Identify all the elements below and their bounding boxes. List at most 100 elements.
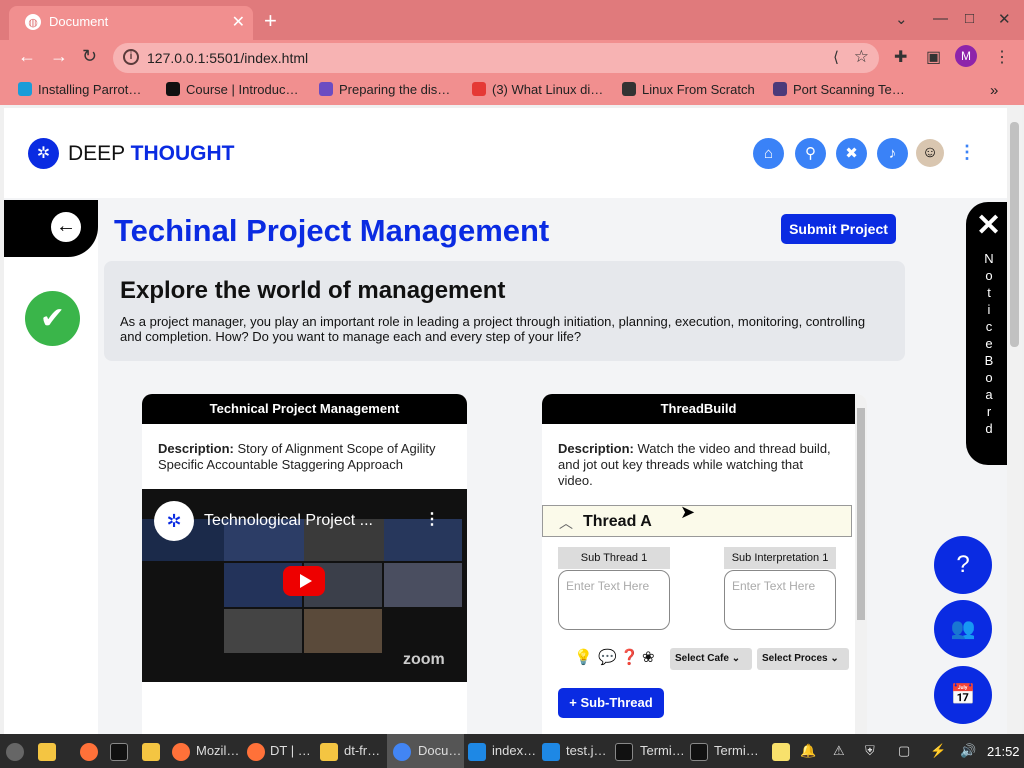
card-scrollbar[interactable] [855, 394, 867, 734]
maximize-icon[interactable]: □ [965, 10, 974, 27]
bookmark-item[interactable]: Linux From Scratch [622, 82, 755, 97]
lightbulb-icon[interactable]: 💡 [574, 648, 593, 666]
browser-tab[interactable]: ◍ Document ✕ [9, 6, 253, 40]
lotus-icon[interactable]: ❀ [642, 648, 655, 666]
vscode-icon[interactable] [542, 743, 560, 761]
window-icon[interactable]: ▢ [898, 743, 910, 759]
binoculars-icon[interactable]: ⚲ [795, 138, 826, 169]
bookmark-item[interactable]: Installing Parrot… [18, 82, 141, 97]
question-icon[interactable]: ❓ [620, 648, 639, 666]
sub-interpretation-tab[interactable]: Sub Interpretation 1 [724, 547, 836, 569]
team-icon[interactable]: 👥 [934, 600, 992, 658]
reload-icon[interactable]: ↻ [82, 46, 97, 67]
taskbar-item[interactable]: Termi… [714, 743, 759, 758]
firefox-icon[interactable] [80, 743, 98, 761]
firefox-window-icon[interactable] [172, 743, 190, 761]
page-scrollbar[interactable] [1007, 108, 1022, 734]
arrow-left-icon[interactable]: ← [51, 212, 81, 242]
forward-icon[interactable]: → [50, 46, 68, 67]
chat-icon[interactable]: 💬 [598, 648, 617, 666]
close-icon[interactable]: ✕ [976, 208, 1001, 243]
bookmark-item[interactable]: Port Scanning Te… [773, 82, 905, 97]
notes-icon[interactable] [772, 743, 790, 761]
terminal-icon[interactable] [690, 743, 708, 761]
calendar-icon[interactable]: 📅 [934, 666, 992, 724]
video-player[interactable]: ✲ Technological Project ... ⋮ zoom [142, 489, 467, 682]
bookmark-item[interactable]: Course | Introduc… [166, 82, 298, 97]
thread-accordion[interactable]: ︿ Thread A [542, 505, 852, 537]
close-window-icon[interactable]: ✕ [998, 10, 1011, 28]
bookmark-item[interactable]: (3) What Linux di… [472, 82, 603, 97]
profile-avatar[interactable]: M [955, 45, 977, 67]
update-icon[interactable]: ⚠ [833, 743, 845, 759]
play-button-icon[interactable] [283, 566, 325, 596]
card-description: Description: Watch the video and thread … [558, 441, 831, 488]
channel-logo-icon[interactable]: ✲ [154, 501, 194, 541]
check-icon[interactable]: ✔ [25, 291, 80, 346]
sub-thread-tab[interactable]: Sub Thread 1 [558, 547, 670, 569]
bell-icon[interactable]: ♪ [877, 138, 908, 169]
taskbar-item[interactable]: index… [492, 743, 536, 758]
share-icon[interactable]: ⟨ [833, 48, 839, 66]
new-tab-button[interactable]: + [264, 8, 277, 34]
extensions-icon[interactable]: ✚ [894, 47, 907, 67]
menu-icon[interactable] [6, 743, 24, 761]
video-card: Technical Project Management Description… [142, 394, 467, 734]
shield-icon[interactable]: ⛨ [865, 743, 875, 759]
video-title[interactable]: Technological Project ... [204, 512, 373, 530]
more-bookmarks-icon[interactable]: » [990, 82, 998, 99]
close-tab-icon[interactable]: ✕ [232, 12, 245, 32]
files-icon[interactable] [38, 743, 56, 761]
notice-board[interactable]: ✕ N o t i c e B o a r d [966, 202, 1007, 465]
taskbar-item[interactable]: Mozil… [196, 743, 239, 758]
folder-window-icon[interactable] [320, 743, 338, 761]
card-description: Description: Story of Alignment Scope of… [158, 441, 436, 472]
menu-icon[interactable]: ⋮ [994, 47, 1010, 67]
sidebar-icon[interactable]: ▣ [926, 47, 941, 67]
bookmarks-bar: Installing Parrot… Course | Introduc… Pr… [0, 75, 1024, 105]
web-page: ✲ DEEP THOUGHT ⌂ ⚲ ✖ ♪ ☺ ⋮ ← ✔ Techinal … [4, 108, 1007, 734]
sub-interpretation-input[interactable]: Enter Text Here [724, 570, 836, 630]
site-header: ✲ DEEP THOUGHT ⌂ ⚲ ✖ ♪ ☺ ⋮ [4, 108, 1007, 198]
taskbar-item[interactable]: test.j… [566, 743, 606, 758]
add-sub-thread-button[interactable]: + Sub-Thread [558, 688, 664, 718]
select-cafe[interactable]: Select Cafe ⌄ [670, 648, 752, 670]
back-icon[interactable]: ← [18, 46, 36, 67]
select-process[interactable]: Select Proces ⌄ [757, 648, 849, 670]
taskbar-item[interactable]: Termi… [640, 743, 685, 758]
url-text[interactable]: 127.0.0.1:5501/index.html [147, 50, 308, 66]
bookmark-item[interactable]: Preparing the dis… [319, 82, 450, 97]
terminal-icon[interactable] [110, 743, 128, 761]
vscode-icon[interactable] [468, 743, 486, 761]
zoom-watermark: zoom [403, 651, 445, 668]
brand-name[interactable]: DEEP THOUGHT [68, 142, 234, 166]
volume-icon[interactable]: 🔊 [960, 743, 976, 759]
tools-icon[interactable]: ✖ [836, 138, 867, 169]
chevron-up-icon[interactable]: ︿ [559, 513, 573, 533]
logo-icon[interactable]: ✲ [28, 138, 59, 169]
home-icon[interactable]: ⌂ [753, 138, 784, 169]
page-title: Techinal Project Management [114, 213, 550, 248]
minimize-icon[interactable]: — [933, 10, 948, 27]
sub-thread-input[interactable]: Enter Text Here [558, 570, 670, 630]
browser-window: ◍ Document ✕ + ⌄ — □ ✕ ← → ↻ i 127.0.0.1… [0, 0, 1024, 768]
address-bar[interactable]: i 127.0.0.1:5501/index.html ⟨ ☆ [113, 43, 879, 73]
help-button[interactable]: ? [934, 536, 992, 594]
more-options-icon[interactable]: ⋮ [958, 142, 976, 163]
taskbar-item[interactable]: DT | … [270, 743, 311, 758]
chrome-icon[interactable] [393, 743, 411, 761]
video-menu-icon[interactable]: ⋮ [424, 509, 440, 529]
terminal-icon[interactable] [615, 743, 633, 761]
chevron-down-icon[interactable]: ⌄ [895, 10, 908, 28]
firefox-window-icon[interactable] [247, 743, 265, 761]
submit-project-button[interactable]: Submit Project [781, 214, 896, 244]
user-avatar[interactable]: ☺ [916, 139, 944, 167]
power-icon[interactable]: ⚡ [930, 743, 946, 759]
taskbar-item[interactable]: Docu… [418, 743, 461, 758]
notification-bell-icon[interactable]: 🔔 [800, 743, 816, 759]
info-icon[interactable]: i [123, 49, 139, 65]
bookmark-star-icon[interactable]: ☆ [854, 47, 869, 67]
folder-icon[interactable] [142, 743, 160, 761]
taskbar-item[interactable]: dt-fr… [344, 743, 380, 758]
intro-panel: Explore the world of management As a pro… [104, 261, 905, 361]
